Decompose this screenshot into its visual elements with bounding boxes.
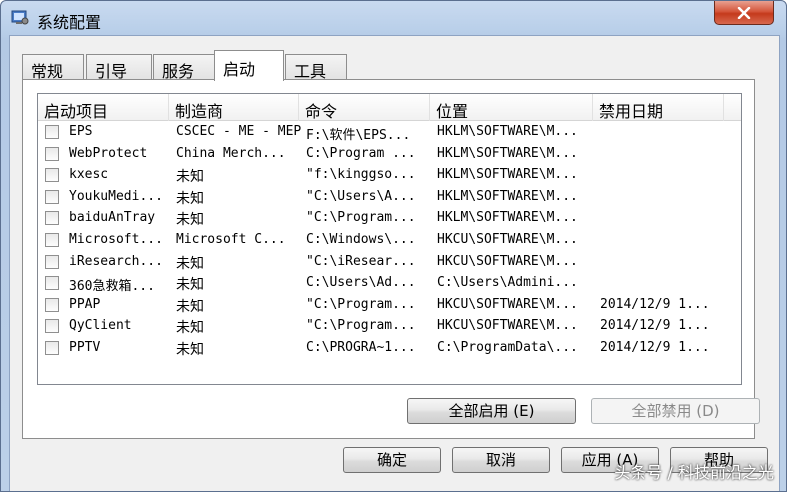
col-header-maker[interactable]: 制造商 <box>169 94 299 121</box>
cell-location: HKLM\SOFTWARE\M... <box>437 145 578 161</box>
cell-maker: CSCEC - ME - MEP <box>176 124 302 139</box>
cell-item: iResearch... <box>69 253 163 269</box>
startup-row[interactable]: 360急救箱... 未知 C:\Users\Ad... C:\Users\Admini… <box>38 273 741 295</box>
cell-item: PPAP <box>69 296 101 312</box>
cell-maker: 未知 <box>176 341 204 358</box>
msconfig-icon <box>11 10 29 25</box>
col-header-item[interactable]: 启动项目 <box>38 94 169 121</box>
startup-item-checkbox[interactable] <box>45 189 59 204</box>
startup-row[interactable]: kxesc 未知 "f:\kinggso... HKLM\SOFTWARE\M... <box>38 165 741 187</box>
cell-command: C:\PROGRA~1... <box>306 339 416 355</box>
col-header-command[interactable]: 命令 <box>299 94 430 121</box>
cell-location: HKLM\SOFTWARE\M... <box>437 188 578 204</box>
list-rows: EPS CSCEC - ME - MEP F:\软件\EPS... HKLM\SOFT… <box>38 122 741 360</box>
watermark: 头条号 / 科技前沿之光 <box>614 463 774 482</box>
cell-location: HKCU\SOFTWARE\M... <box>437 231 578 247</box>
startup-row[interactable]: QyClient 未知 "C:\Program... HKCU\SOFTWARE\M.… <box>38 316 741 338</box>
tab-strip: 常规 引导 服务 启动 工具 <box>22 50 352 81</box>
cell-maker: 未知 <box>176 320 204 337</box>
startup-row[interactable]: EPS CSCEC - ME - MEP F:\软件\EPS... HKLM\SOFT… <box>38 122 741 144</box>
close-icon <box>737 6 751 19</box>
startup-item-checkbox[interactable] <box>45 168 59 183</box>
cell-maker: 未知 <box>176 277 204 294</box>
cell-date: 2014/12/9 1... <box>600 339 710 355</box>
startup-row[interactable]: YoukuMedi... 未知 "C:\Users\A... HKLM\SOFTWAR… <box>38 187 741 209</box>
window-title: 系统配置 <box>37 13 102 32</box>
cell-location: HKLM\SOFTWARE\M... <box>437 210 578 226</box>
col-header-disable-date[interactable]: 禁用日期 <box>593 94 724 121</box>
title-bar[interactable]: 系统配置 <box>1 1 786 35</box>
cell-item: QyClient <box>69 318 132 334</box>
ok-button[interactable]: 确定 <box>343 447 441 473</box>
cell-command: C:\Windows\... <box>306 231 416 247</box>
cell-location: HKLM\SOFTWARE\M... <box>437 124 578 139</box>
cell-maker: 未知 <box>176 212 204 229</box>
cell-location: HKCU\SOFTWARE\M... <box>437 296 578 312</box>
cell-maker: Microsoft C... <box>176 231 286 247</box>
startup-item-checkbox[interactable] <box>45 340 59 355</box>
cell-maker: 未知 <box>176 190 204 207</box>
cell-maker: China Merch... <box>176 145 286 161</box>
cell-command: "f:\kinggso... <box>306 167 416 183</box>
startup-row[interactable]: WebProtect China Merch... C:\Program ... HK… <box>38 144 741 166</box>
col-header-location[interactable]: 位置 <box>430 94 593 121</box>
cell-item: WebProtect <box>69 145 148 161</box>
list-header: 启动项目 制造商 命令 位置 禁用日期 <box>38 94 741 121</box>
tab-startup-label: 启动 <box>223 60 256 79</box>
disable-all-button[interactable]: 全部禁用 (D) <box>591 398 760 424</box>
startup-item-checkbox[interactable] <box>45 297 59 312</box>
cell-command: C:\Program ... <box>306 145 416 161</box>
cell-item: baiduAnTray <box>69 210 156 226</box>
startup-item-checkbox[interactable] <box>45 254 59 269</box>
cell-maker: 未知 <box>176 298 204 315</box>
cell-date: 2014/12/9 1... <box>600 318 710 334</box>
startup-row[interactable]: PPTV 未知 C:\PROGRA~1... C:\ProgramData\... 20… <box>38 338 741 360</box>
tab-startup[interactable]: 启动 <box>214 50 284 81</box>
startup-row[interactable]: iResearch... 未知 "C:\iResear... HKCU\SOFTWAR… <box>38 252 741 274</box>
startup-item-checkbox[interactable] <box>45 319 59 334</box>
cell-item: kxesc <box>69 167 109 183</box>
cell-maker: 未知 <box>176 255 204 272</box>
cell-command: "C:\Program... <box>306 210 416 226</box>
client-area: 常规 引导 服务 启动 工具 启动项目 制造商 命令 位置 禁用日期 EPS CS… <box>9 35 780 491</box>
enable-all-button[interactable]: 全部启用 (E) <box>407 398 576 424</box>
cell-item: EPS <box>69 124 93 139</box>
cancel-button[interactable]: 取消 <box>452 447 550 473</box>
startup-item-checkbox[interactable] <box>45 276 59 291</box>
cell-location: C:\ProgramData\... <box>437 339 578 355</box>
startup-item-checkbox[interactable] <box>45 232 59 247</box>
cell-command: F:\软件\EPS... <box>306 128 411 143</box>
cell-maker: 未知 <box>176 169 204 186</box>
cell-item: 360急救箱... <box>69 279 155 295</box>
cell-item: YoukuMedi... <box>69 188 163 204</box>
close-button[interactable] <box>714 1 774 25</box>
cell-command: "C:\iResear... <box>306 253 416 269</box>
cell-command: "C:\Users\A... <box>306 188 416 204</box>
cell-command: "C:\Program... <box>306 296 416 312</box>
cell-date: 2014/12/9 1... <box>600 296 710 312</box>
cell-location: HKLM\SOFTWARE\M... <box>437 167 578 183</box>
startup-item-checkbox[interactable] <box>45 146 59 161</box>
cell-item: PPTV <box>69 339 101 355</box>
startup-items-list[interactable]: 启动项目 制造商 命令 位置 禁用日期 EPS CSCEC - ME - MEP F… <box>37 93 742 385</box>
startup-row[interactable]: Microsoft... Microsoft C... C:\Windows\...… <box>38 230 741 252</box>
startup-panel: 启动项目 制造商 命令 位置 禁用日期 EPS CSCEC - ME - MEP F… <box>22 79 760 439</box>
tab-tools[interactable]: 工具 <box>285 54 347 81</box>
system-config-window: 系统配置 常规 引导 服务 启动 工具 启动项目 制造商 命令 位置 禁用日期 <box>0 0 787 492</box>
tab-services[interactable]: 服务 <box>153 54 215 81</box>
tab-boot[interactable]: 引导 <box>86 54 152 81</box>
cell-item: Microsoft... <box>69 231 163 247</box>
cell-location: HKCU\SOFTWARE\M... <box>437 253 578 269</box>
cell-command: "C:\Program... <box>306 318 416 334</box>
startup-item-checkbox[interactable] <box>45 211 59 226</box>
startup-row[interactable]: baiduAnTray 未知 "C:\Program... HKLM\SOFTWARE… <box>38 208 741 230</box>
cell-location: C:\Users\Admini... <box>437 275 578 291</box>
startup-row[interactable]: PPAP 未知 "C:\Program... HKCU\SOFTWARE\M... 20… <box>38 295 741 317</box>
cell-command: C:\Users\Ad... <box>306 275 416 291</box>
startup-item-checkbox[interactable] <box>45 125 59 139</box>
cell-location: HKCU\SOFTWARE\M... <box>437 318 578 334</box>
tab-general[interactable]: 常规 <box>22 54 84 81</box>
